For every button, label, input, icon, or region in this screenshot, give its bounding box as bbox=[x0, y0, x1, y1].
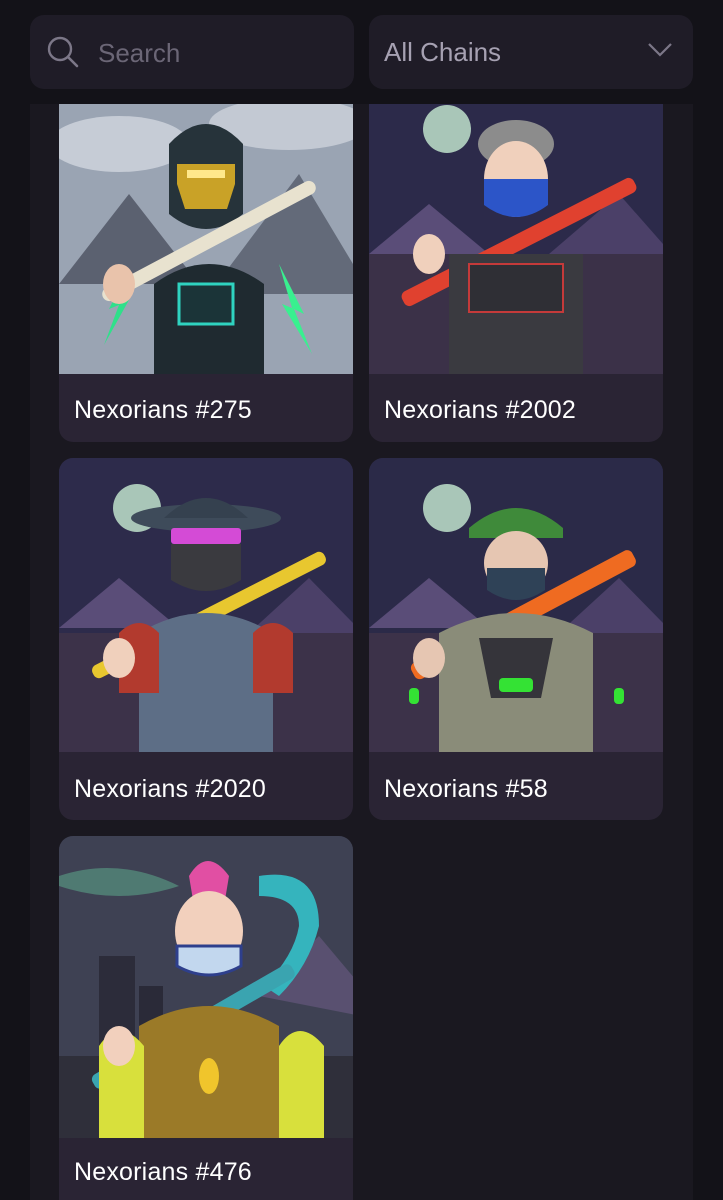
nft-card[interactable]: Nexorians #275 bbox=[59, 104, 353, 442]
nft-card-title: Nexorians #476 bbox=[74, 1158, 252, 1186]
chain-filter-select[interactable]: All Chains bbox=[369, 15, 693, 89]
search-icon bbox=[47, 36, 79, 68]
chevron-down-icon bbox=[648, 43, 672, 57]
nexorian-476-artwork bbox=[59, 836, 353, 1138]
nft-card[interactable]: Nexorians #2002 bbox=[369, 104, 663, 442]
nft-card-title: Nexorians #275 bbox=[74, 396, 252, 424]
nexorian-2002-artwork bbox=[369, 104, 663, 374]
nft-card[interactable]: Nexorians #476 bbox=[59, 836, 353, 1200]
nft-card[interactable]: Nexorians #58 bbox=[369, 458, 663, 820]
nft-grid: Nexorians #275 Nexorians #2002 Nexorians… bbox=[30, 104, 693, 1200]
nft-card-title: Nexorians #58 bbox=[384, 775, 548, 803]
top-filter-bar: All Chains bbox=[0, 0, 723, 104]
nexorian-2020-artwork bbox=[59, 458, 353, 752]
nft-card-title: Nexorians #2020 bbox=[74, 775, 267, 803]
nft-card-title: Nexorians #2002 bbox=[384, 396, 577, 424]
search-box[interactable] bbox=[30, 15, 354, 91]
nexorian-275-artwork bbox=[59, 104, 353, 374]
nft-card[interactable]: Nexorians #2020 bbox=[59, 458, 353, 820]
search-input[interactable] bbox=[96, 15, 340, 91]
chain-filter-value: All Chains bbox=[384, 37, 502, 67]
nexorian-58-artwork bbox=[369, 458, 663, 752]
